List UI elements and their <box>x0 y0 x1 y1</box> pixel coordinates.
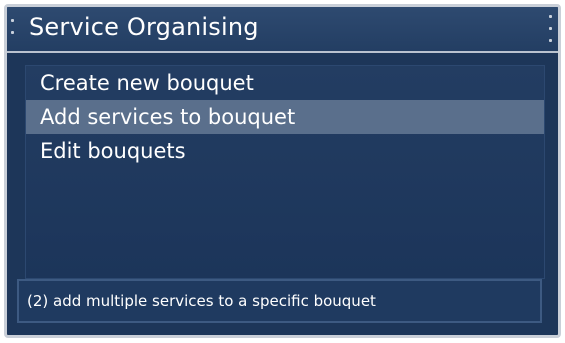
corner-dot-icon <box>549 15 552 18</box>
corner-dot-icon <box>11 19 14 22</box>
menu-list: Create new bouquet Add services to bouqu… <box>25 65 545 279</box>
help-text: (2) add multiple services to a specific … <box>27 292 376 310</box>
service-organising-dialog: Service Organising Create new bouquet Ad… <box>4 4 561 338</box>
corner-dot-icon <box>549 39 552 42</box>
dialog-title: Service Organising <box>29 13 259 41</box>
title-bar: Service Organising <box>7 7 558 53</box>
menu-item-edit-bouquets[interactable]: Edit bouquets <box>26 134 544 168</box>
corner-dot-icon <box>11 31 14 34</box>
menu-item-create-new-bouquet[interactable]: Create new bouquet <box>26 66 544 100</box>
menu-item-add-services-to-bouquet[interactable]: Add services to bouquet <box>26 100 544 134</box>
corner-dot-icon <box>549 27 552 30</box>
help-text-box: (2) add multiple services to a specific … <box>17 279 542 323</box>
